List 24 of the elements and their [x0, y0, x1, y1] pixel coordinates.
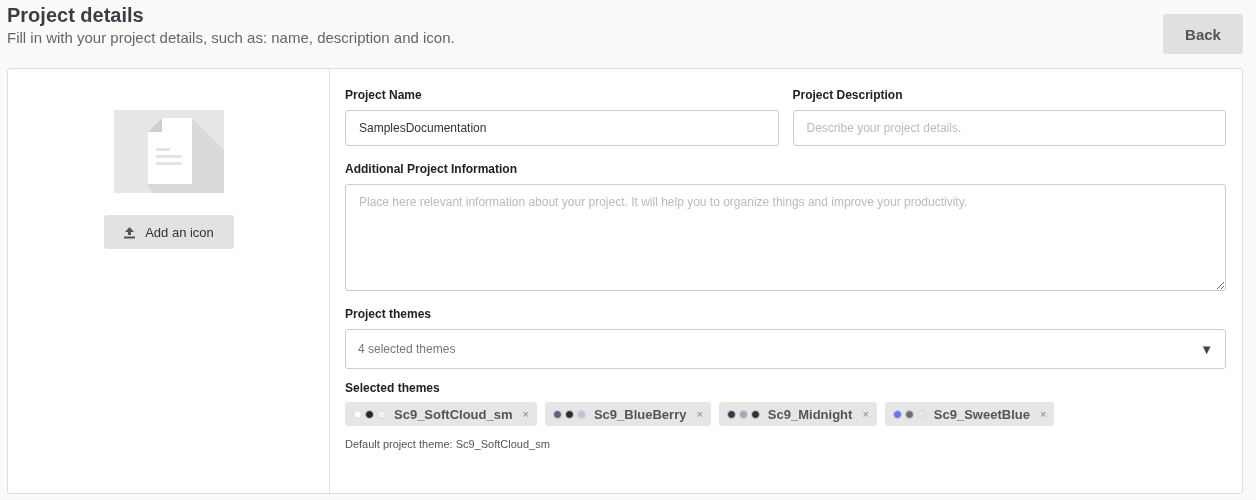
field-label: Project Name: [345, 88, 423, 102]
document-placeholder-icon: [113, 110, 224, 193]
remove-button[interactable]: ×: [1039, 408, 1047, 420]
field-label: Project themes: [345, 307, 433, 321]
back-button[interactable]: Back: [1163, 14, 1243, 54]
remove-button[interactable]: ×: [696, 408, 703, 420]
page-title: Project details: [7, 4, 145, 27]
name-field[interactable]: SamplesDocumentation: [345, 110, 779, 146]
field-label: Additional Project Information: [345, 162, 518, 176]
add-icon-button[interactable]: Add an icon: [103, 215, 234, 249]
themes-dropdown[interactable]: 4 selected themes ▼: [345, 329, 1226, 369]
theme-name: Sc9_SweetBlue: [933, 406, 1030, 422]
default-theme-text: Default project theme: Sc9_SoftCloud_sm: [345, 438, 551, 450]
theme-name: Sc9_SoftCloud_sm: [394, 406, 513, 422]
theme-name: Sc9_BlueBerry: [593, 406, 687, 422]
upload-icon: [123, 225, 137, 239]
field-label: Project Description: [792, 88, 904, 102]
description-field[interactable]: Describe your project details.: [792, 110, 1226, 146]
remove-button[interactable]: ×: [862, 408, 869, 420]
remove-button[interactable]: ×: [522, 408, 529, 420]
field-label: Selected themes: [345, 381, 441, 395]
information-field[interactable]: Place here relevant information about your project. It will help you to organize things and improve your productivity.: [345, 184, 1226, 291]
theme-name: Sc9_Midnight: [767, 406, 853, 422]
page-subtitle: Fill in with your project details, such as: name, description and icon.: [7, 29, 455, 46]
